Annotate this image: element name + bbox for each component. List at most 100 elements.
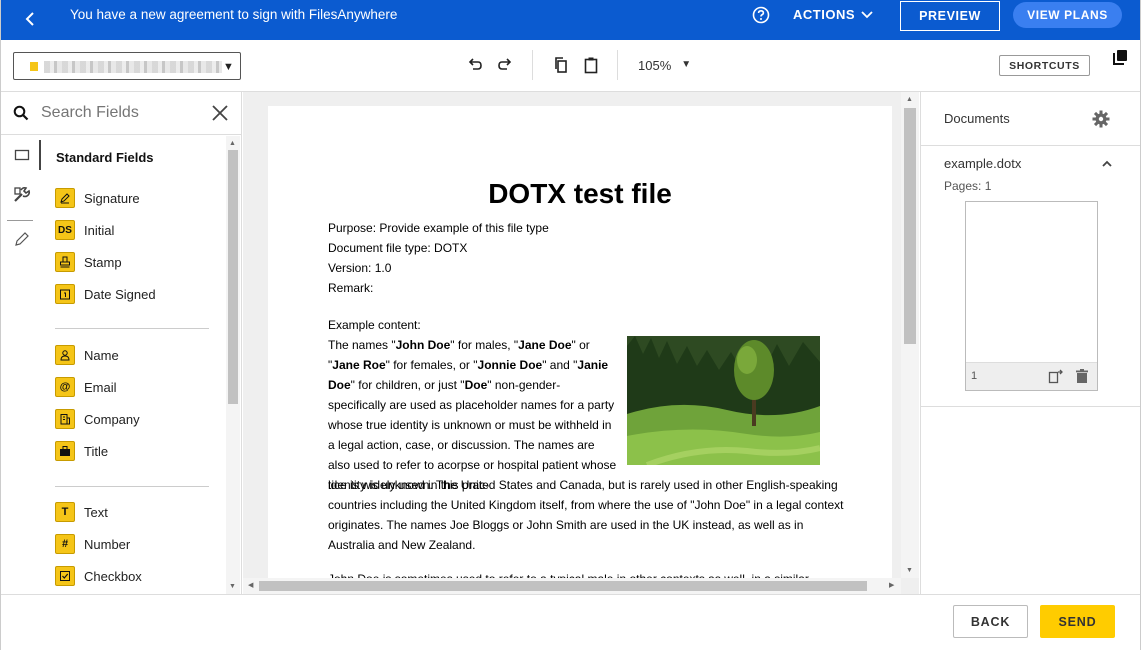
meta-line: Purpose: Provide example of this file ty… (328, 221, 549, 235)
field-label: Checkbox (84, 568, 142, 584)
scroll-left-icon[interactable]: ◀ (248, 581, 253, 589)
field-checkbox[interactable]: Checkbox (55, 565, 142, 587)
search-fields-input[interactable] (41, 101, 201, 125)
section-heading: Standard Fields (56, 150, 154, 165)
zoom-value: 105% (638, 58, 672, 73)
building-icon (55, 409, 75, 429)
documents-copy-icon[interactable] (1111, 48, 1129, 66)
undo-icon[interactable] (466, 56, 484, 74)
field-title[interactable]: Title (55, 440, 108, 462)
checkbox-icon (55, 566, 75, 586)
document-name: example.dotx (944, 156, 1022, 171)
field-name[interactable]: Name (55, 344, 119, 366)
document-entry: example.dotx Pages: 1 1 (921, 147, 1140, 407)
field-label: Initial (84, 222, 115, 238)
help-icon[interactable] (752, 6, 770, 24)
field-initial[interactable]: DS Initial (55, 219, 114, 241)
actions-label: ACTIONS (793, 7, 855, 22)
shortcuts-button[interactable]: SHORTCUTS (999, 55, 1090, 76)
zoom-select[interactable]: 105% ▼ (638, 58, 691, 73)
back-chevron-icon[interactable] (19, 6, 41, 32)
close-icon[interactable] (210, 103, 230, 123)
document-meta: Purpose: Provide example of this file ty… (328, 218, 549, 298)
recipient-name-redacted (44, 61, 222, 73)
field-label: Company (84, 411, 140, 427)
actions-menu[interactable]: ACTIONS (793, 7, 873, 22)
document-title: DOTX test file (488, 178, 672, 209)
redo-icon[interactable] (496, 56, 514, 74)
stamp-icon (55, 252, 75, 272)
meta-line: Remark: (328, 281, 374, 295)
field-number[interactable]: # Number (55, 533, 130, 555)
document-canvas: DOTX test file Purpose: Provide example … (243, 92, 919, 594)
field-company[interactable]: Company (55, 408, 140, 430)
search-icon (13, 105, 29, 121)
scroll-down-icon[interactable]: ▼ (229, 583, 236, 590)
field-label: Email (84, 379, 117, 395)
thumbnail-page-number: 1 (971, 370, 978, 382)
replace-page-icon[interactable] (1048, 368, 1064, 384)
field-category-rail (1, 136, 41, 594)
scrollbar-thumb[interactable] (904, 108, 916, 344)
field-signature[interactable]: Signature (55, 187, 140, 209)
standard-fields-list: Standard Fields Signature DS Initial Sta… (41, 136, 226, 594)
trash-icon[interactable] (1074, 368, 1090, 384)
continued-paragraph: tice is widely used in the United States… (328, 478, 844, 552)
editor-toolbar: ▼ 105% ▼ SHORTCUTS (1, 40, 1140, 92)
rail-divider (7, 220, 33, 221)
field-email[interactable]: @ Email (55, 376, 117, 398)
pencil-tab-icon[interactable] (13, 230, 31, 248)
copy-icon[interactable] (552, 56, 570, 74)
pen-icon (55, 188, 75, 208)
document-page[interactable]: DOTX test file Purpose: Provide example … (268, 106, 892, 586)
app-window: You have a new agreement to sign with Fi… (0, 0, 1141, 650)
field-group-divider (55, 328, 209, 329)
documents-panel: Documents example.dotx Pages: 1 1 (920, 92, 1140, 594)
scroll-up-icon[interactable]: ▲ (229, 140, 236, 147)
calendar-icon (55, 284, 75, 304)
caret-down-icon: ▼ (223, 61, 234, 73)
banner-message: You have a new agreement to sign with Fi… (70, 7, 398, 22)
field-label: Name (84, 347, 119, 363)
field-label: Title (84, 443, 109, 459)
send-button[interactable]: SEND (1040, 605, 1115, 638)
thumbnail-footer: 1 (966, 362, 1097, 390)
chevron-up-icon[interactable] (1101, 157, 1113, 169)
canvas-horizontal-scrollbar[interactable]: ◀ ▶ (243, 578, 901, 594)
toolbar-divider (617, 50, 618, 80)
briefcase-icon (55, 441, 75, 461)
field-label: Text (84, 504, 108, 520)
scrollbar-thumb[interactable] (228, 150, 238, 404)
field-label: Number (84, 536, 131, 552)
scroll-right-icon[interactable]: ▶ (889, 581, 894, 589)
gear-icon[interactable] (1092, 110, 1110, 128)
scrollbar-thumb[interactable] (259, 581, 867, 591)
at-icon: @ (55, 377, 75, 397)
fields-scrollbar[interactable]: ▲ ▼ (226, 136, 240, 594)
page-thumbnail[interactable]: 1 (965, 201, 1098, 391)
caret-down-icon: ▼ (681, 59, 692, 70)
paste-icon[interactable] (582, 56, 600, 74)
field-date-signed[interactable]: Date Signed (55, 283, 156, 305)
preview-button[interactable]: PREVIEW (900, 1, 1000, 31)
view-plans-button[interactable]: VIEW PLANS (1013, 2, 1122, 28)
standard-fields-tab-icon[interactable] (13, 146, 31, 164)
canvas-vertical-scrollbar[interactable]: ▲ ▼ (901, 92, 919, 578)
meta-line: Version: 1.0 (328, 261, 392, 275)
hash-icon: # (55, 534, 75, 554)
recipient-select[interactable]: ▼ (13, 52, 241, 80)
back-button[interactable]: BACK (953, 605, 1028, 638)
field-label: Stamp (84, 254, 122, 270)
tools-tab-icon[interactable] (13, 186, 31, 204)
field-stamp[interactable]: Stamp (55, 251, 122, 273)
documents-title: Documents (944, 111, 1010, 126)
person-icon (55, 345, 75, 365)
scroll-up-icon[interactable]: ▲ (906, 96, 913, 103)
example-paragraph: The names "John Doe" for males, "Jane Do… (328, 338, 617, 492)
fields-panel: Standard Fields Signature DS Initial Sta… (1, 92, 242, 594)
recipient-color-swatch (30, 62, 38, 71)
example-label: Example content: (328, 318, 421, 332)
chevron-down-icon (861, 10, 873, 18)
field-text[interactable]: T Text (55, 501, 108, 523)
scroll-down-icon[interactable]: ▼ (906, 567, 913, 574)
